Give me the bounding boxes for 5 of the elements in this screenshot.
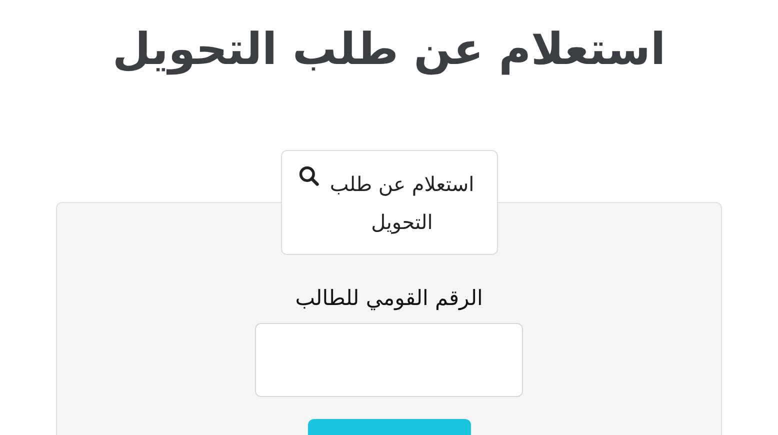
field-label: الرقم القومي للطالب: [295, 285, 483, 312]
search-icon: [298, 165, 320, 187]
page-title: استعلام عن طلب التحويل: [112, 23, 666, 77]
input-field[interactable]: [255, 323, 523, 397]
tab[interactable]: استعلام عن طلب التحويل: [280, 150, 498, 255]
